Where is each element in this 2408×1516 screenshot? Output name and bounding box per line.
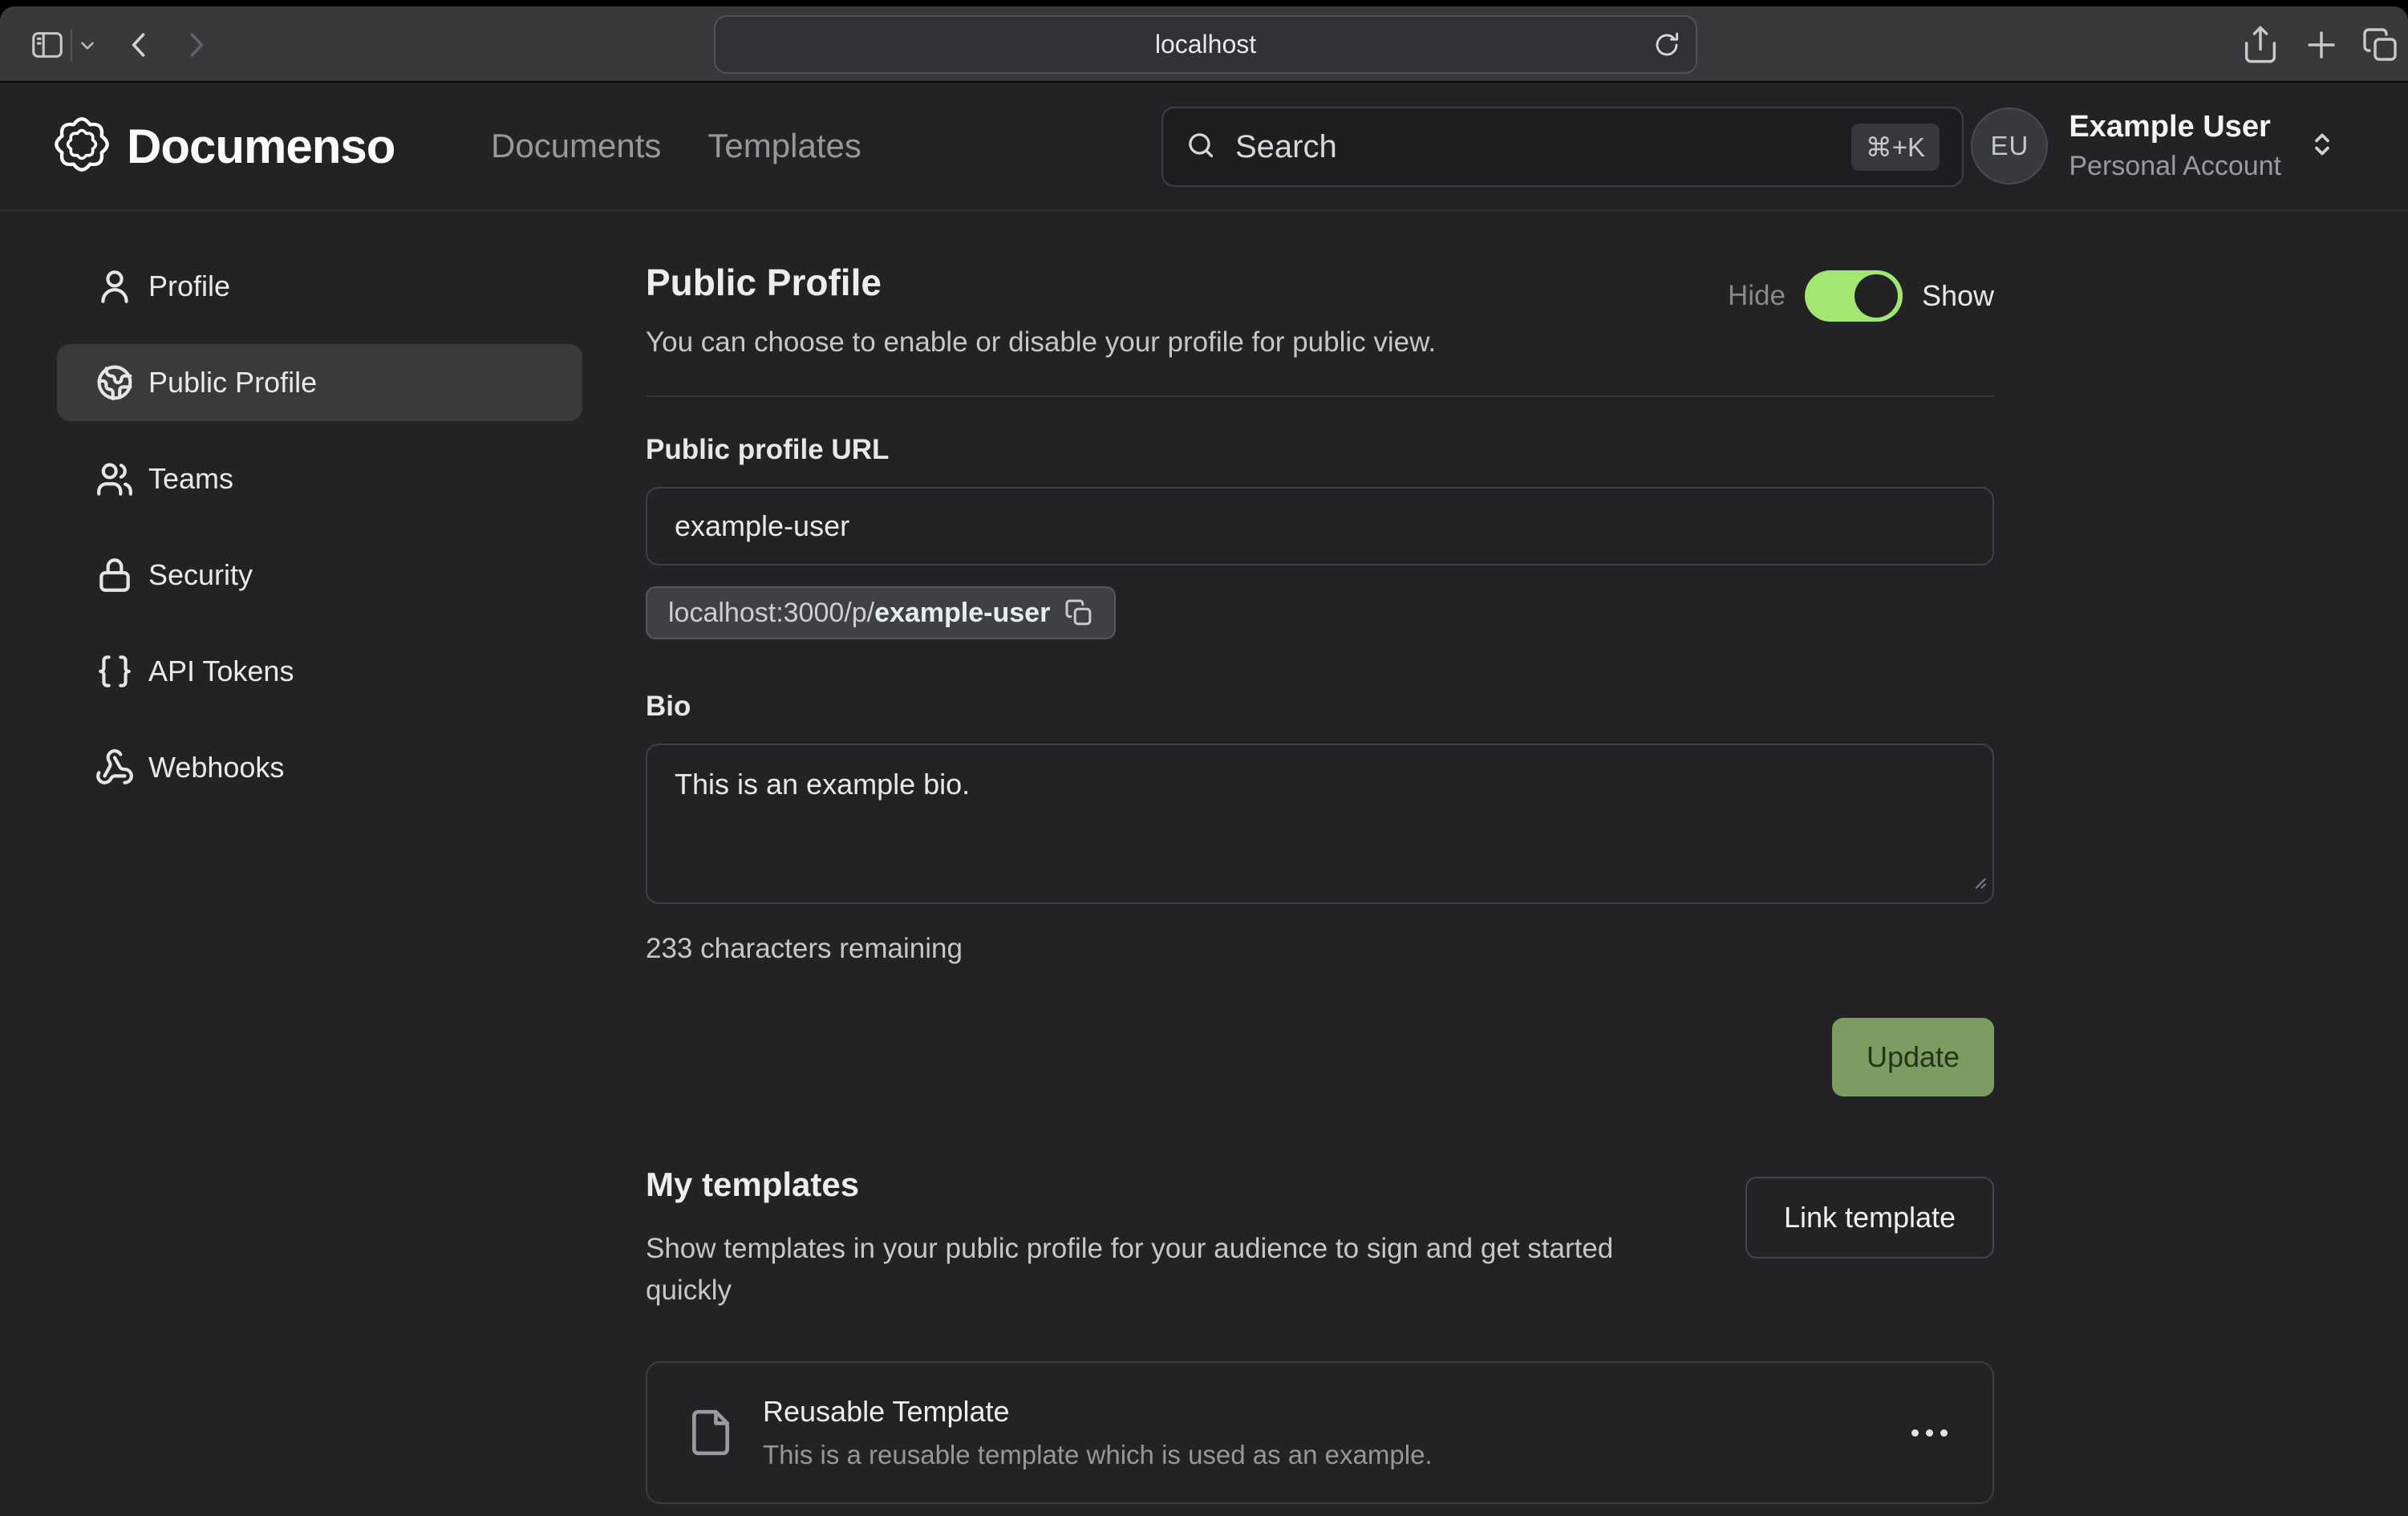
sidebar-item-teams[interactable]: Teams	[57, 440, 582, 517]
preview-url-prefix: localhost:3000/p/	[668, 598, 874, 628]
forward-button[interactable]	[178, 27, 213, 63]
search-icon	[1186, 130, 1216, 164]
toggle-hide-label: Hide	[1728, 280, 1786, 312]
tabs-icon[interactable]	[2361, 26, 2400, 64]
sidebar-item-api-tokens[interactable]: API Tokens	[57, 633, 582, 710]
section-divider	[646, 395, 1994, 397]
toolbar-divider	[71, 29, 72, 61]
page-title: Public Profile	[646, 261, 1436, 304]
profile-url-preview-chip[interactable]: localhost:3000/p/example-user	[646, 586, 1116, 639]
nav-documents[interactable]: Documents	[491, 127, 661, 165]
brand-wordmark: Documenso	[127, 119, 395, 174]
bio-label: Bio	[646, 691, 1994, 723]
address-bar-url: localhost	[1155, 30, 1256, 59]
user-account-type: Personal Account	[2069, 151, 2281, 182]
settings-sidebar: Profile Public Profile Teams	[57, 248, 582, 1504]
profile-url-input[interactable]: example-user	[646, 487, 1994, 565]
template-description: This is a reusable template which is use…	[763, 1440, 1433, 1470]
settings-content: Public Profile You can choose to enable …	[646, 211, 1994, 1504]
copy-icon[interactable]	[1064, 598, 1093, 627]
toggle-knob	[1855, 274, 1898, 318]
browser-toolbar: localhost	[0, 6, 2408, 83]
my-templates-description: Show templates in your public profile fo…	[646, 1228, 1697, 1311]
search-input[interactable]: Search ⌘+K	[1161, 107, 1964, 187]
resize-handle-icon[interactable]	[1967, 864, 1988, 898]
preview-url-slug: example-user	[874, 598, 1050, 628]
app-logo[interactable]: Documenso	[50, 83, 395, 209]
webhook-icon	[95, 748, 135, 788]
app-header: Documenso Documents Templates Search ⌘+K…	[0, 83, 2408, 211]
sidebar-toggle-icon[interactable]	[29, 26, 66, 63]
browser-window: localhost	[0, 6, 2408, 1516]
users-icon	[95, 459, 135, 499]
lock-icon	[95, 555, 135, 595]
user-menu[interactable]: EU Example User Personal Account	[1971, 83, 2339, 209]
nav-templates[interactable]: Templates	[707, 127, 861, 165]
template-list-item[interactable]: Reusable Template This is a reusable tem…	[646, 1361, 1994, 1504]
page-description: You can choose to enable or disable your…	[646, 326, 1436, 359]
plus-icon[interactable]	[2302, 26, 2341, 64]
chevrons-up-down-icon	[2305, 128, 2339, 165]
ellipsis-icon[interactable]	[1911, 1429, 1948, 1437]
sidebar-item-security[interactable]: Security	[57, 537, 582, 614]
my-templates-title: My templates	[646, 1165, 1697, 1204]
link-template-button[interactable]: Link template	[1745, 1177, 1994, 1259]
profile-visibility-toggle[interactable]	[1805, 270, 1903, 322]
sidebar-item-public-profile[interactable]: Public Profile	[57, 344, 582, 421]
search-placeholder: Search	[1235, 129, 1337, 165]
user-name: Example User	[2069, 110, 2281, 144]
sidebar-item-profile[interactable]: Profile	[57, 248, 582, 325]
chevron-down-icon[interactable]	[77, 35, 98, 56]
reload-icon[interactable]	[1651, 29, 1683, 61]
characters-remaining: 233 characters remaining	[646, 933, 1994, 965]
profile-url-value: example-user	[675, 509, 849, 543]
bio-value: This is an example bio.	[675, 768, 970, 801]
template-title: Reusable Template	[763, 1395, 1433, 1429]
braces-icon	[95, 651, 135, 691]
profile-url-label: Public profile URL	[646, 434, 1994, 466]
update-button[interactable]: Update	[1832, 1018, 1994, 1096]
avatar: EU	[1971, 107, 2048, 184]
share-icon[interactable]	[2240, 23, 2281, 65]
back-button[interactable]	[122, 27, 157, 63]
toggle-show-label: Show	[1922, 279, 1994, 313]
search-shortcut-badge: ⌘+K	[1851, 124, 1940, 171]
documenso-rosette-icon	[50, 112, 114, 180]
bio-textarea[interactable]: This is an example bio.	[646, 744, 1994, 904]
file-icon	[686, 1408, 736, 1457]
sidebar-item-webhooks[interactable]: Webhooks	[57, 729, 582, 806]
main-nav: Documents Templates	[491, 83, 861, 209]
user-icon	[95, 266, 135, 306]
address-bar[interactable]: localhost	[714, 15, 1697, 74]
globe-icon	[95, 363, 135, 403]
